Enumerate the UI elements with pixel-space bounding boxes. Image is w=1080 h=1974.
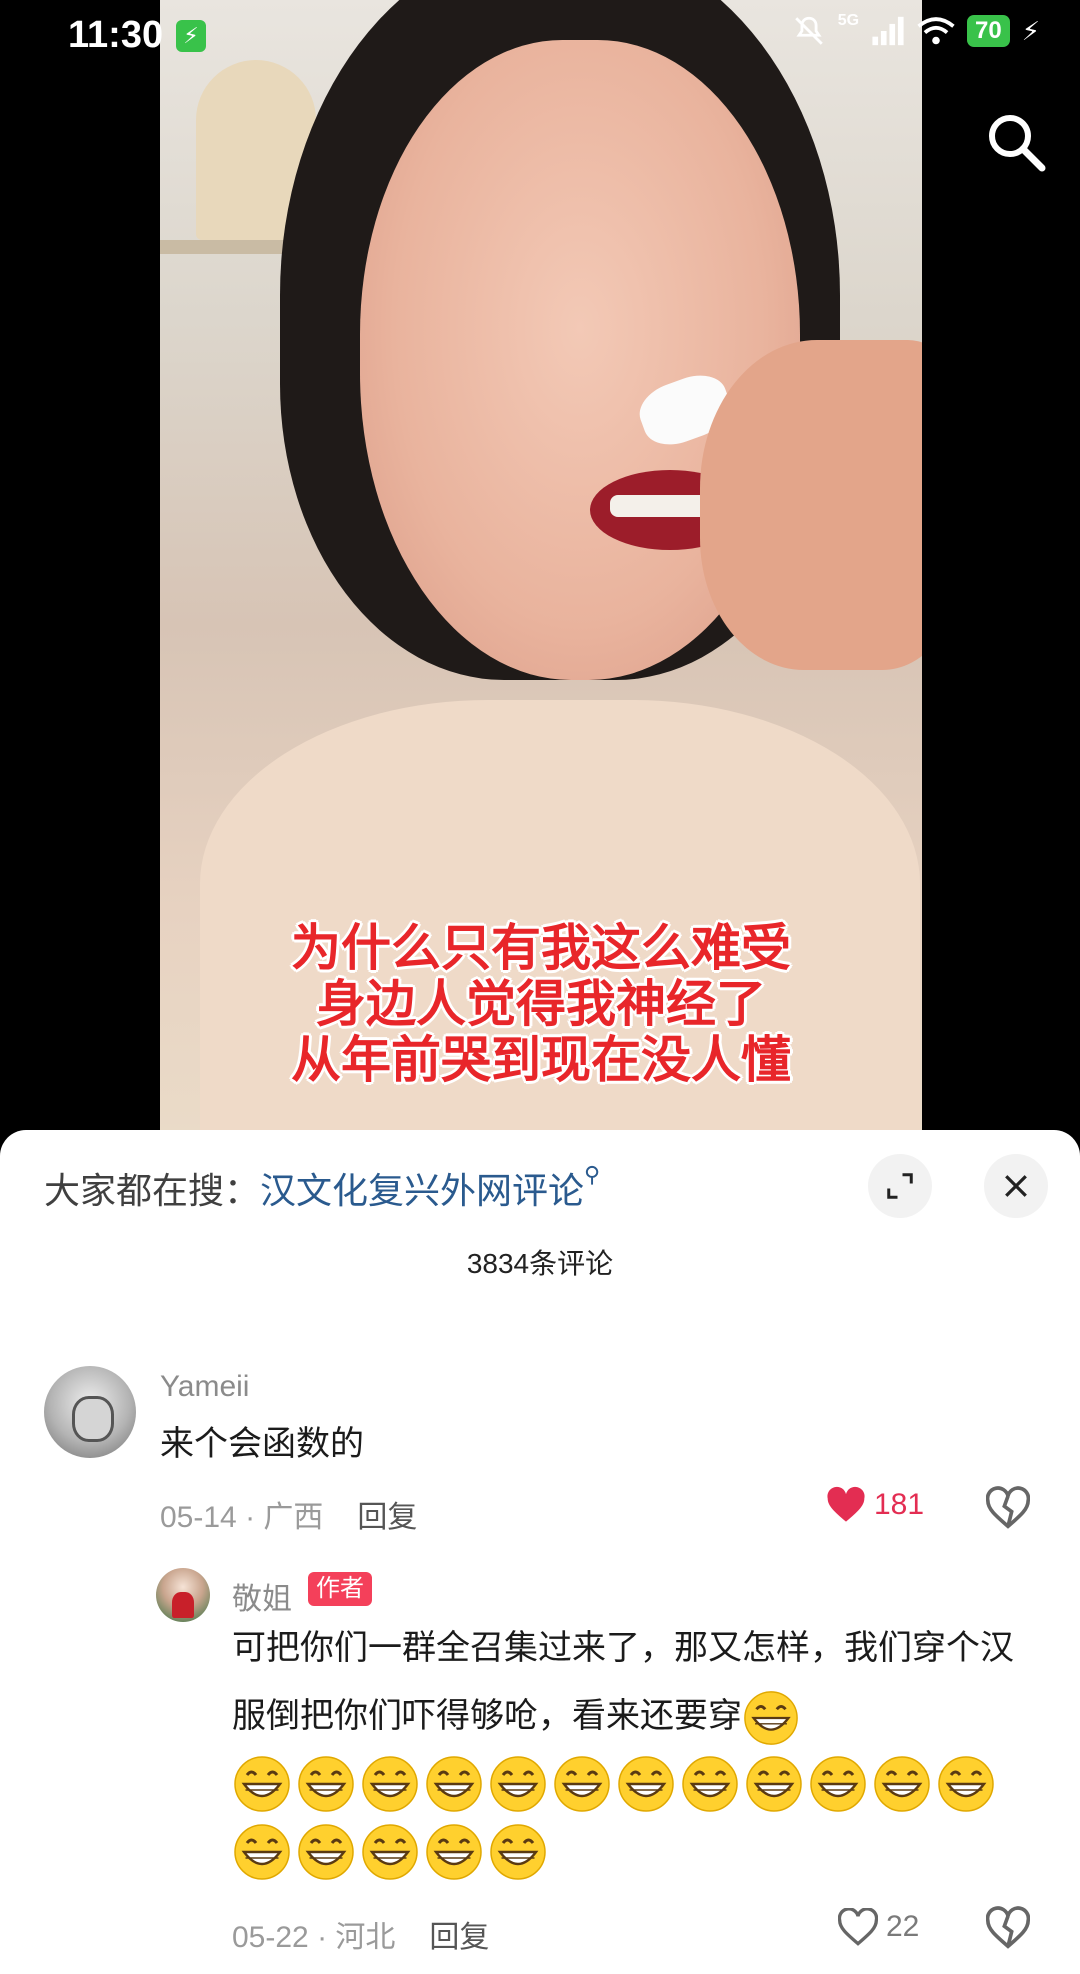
grinning-face-emoji xyxy=(744,1691,798,1745)
grinning-face-emoji xyxy=(682,1756,738,1812)
emoji-row xyxy=(232,1754,996,1814)
reply-button[interactable]: 回复 xyxy=(429,1921,489,1954)
reply-text[interactable]: 可把你们一群全召集过来了，那又怎样，我们穿个汉服倒把你们吓得够呛，看来还要穿 xyxy=(232,1614,1022,1750)
comment-date-location: 05-14 · 广西 xyxy=(160,1501,324,1534)
wifi-icon xyxy=(917,17,955,45)
caption-line: 身边人觉得我神经了 xyxy=(316,975,766,1033)
charging-icon: ⚡ xyxy=(1021,15,1040,46)
charging-notification-icon: ⚡ xyxy=(176,20,206,52)
search-icon[interactable] xyxy=(984,110,1048,174)
grinning-face-emoji xyxy=(618,1756,674,1812)
network-type: 5G xyxy=(837,12,860,29)
grinning-face-emoji xyxy=(490,1824,546,1880)
comment-text[interactable]: 来个会函数的 xyxy=(160,1410,364,1478)
grinning-face-emoji xyxy=(810,1756,866,1812)
like-count: 22 xyxy=(886,1910,920,1943)
reply-date-location: 05-22 · 河北 xyxy=(232,1921,396,1954)
grinning-face-emoji xyxy=(938,1756,994,1812)
battery-level: 70 xyxy=(967,15,1010,47)
reply-text-content: 可把你们一群全召集过来了，那又怎样，我们穿个汉服倒把你们吓得够呛，看来还要穿 xyxy=(232,1629,1014,1735)
like-button[interactable]: 181 xyxy=(826,1486,924,1524)
comment-count: 3834条评论 xyxy=(466,1248,614,1279)
heart-outline-icon xyxy=(838,1908,878,1946)
grinning-face-emoji xyxy=(362,1756,418,1812)
expand-button[interactable] xyxy=(868,1154,932,1218)
hot-search-term[interactable]: 汉文化复兴外网评论 xyxy=(260,1170,584,1211)
grinning-face-emoji xyxy=(298,1756,354,1812)
video-caption: 为什么只有我这么难受 身边人觉得我神经了 从年前哭到现在没人懂 xyxy=(160,920,922,1088)
grinning-face-emoji xyxy=(298,1824,354,1880)
close-icon xyxy=(1005,1175,1027,1197)
reply-meta: 05-22 · 河北 回复 xyxy=(232,1912,489,1956)
signal-icon xyxy=(872,16,904,46)
hot-search-prefix: 大家都在搜： xyxy=(44,1170,261,1211)
close-button[interactable] xyxy=(984,1154,1048,1218)
status-time: 11:30 xyxy=(68,14,164,56)
emoji-row xyxy=(232,1822,548,1882)
caption-line: 从年前哭到现在没人懂 xyxy=(291,1031,791,1089)
video-player[interactable]: 为什么只有我这么难受 身边人觉得我神经了 从年前哭到现在没人懂 xyxy=(0,0,1080,1135)
avatar[interactable] xyxy=(44,1366,136,1458)
grinning-face-emoji xyxy=(362,1824,418,1880)
dislike-icon[interactable] xyxy=(986,1486,1030,1530)
search-small-icon: ⚲ xyxy=(584,1162,601,1187)
like-count: 181 xyxy=(874,1488,925,1521)
mute-icon xyxy=(794,16,823,45)
comment-meta: 05-14 · 广西 回复 xyxy=(160,1492,417,1536)
avatar[interactable] xyxy=(156,1568,210,1622)
status-bar: 11:30 ⚡ 5G 70 ⚡ xyxy=(0,0,1080,72)
like-button[interactable]: 22 xyxy=(838,1908,919,1946)
author-badge: 作者 xyxy=(308,1572,372,1606)
caption-line: 为什么只有我这么难受 xyxy=(291,919,791,977)
status-icons: 5G 70 ⚡ xyxy=(792,12,1040,48)
grinning-face-emoji xyxy=(874,1756,930,1812)
grinning-face-emoji xyxy=(554,1756,610,1812)
grinning-face-emoji xyxy=(426,1824,482,1880)
comment-username[interactable]: Yameii xyxy=(160,1370,249,1404)
expand-icon xyxy=(887,1173,913,1199)
reply-username[interactable]: 敬姐 xyxy=(232,1574,292,1618)
hot-search-link[interactable]: 大家都在搜：汉文化复兴外网评论⚲ xyxy=(44,1162,600,1214)
grinning-face-emoji xyxy=(746,1756,802,1812)
grinning-face-emoji xyxy=(426,1756,482,1812)
comments-panel: 大家都在搜：汉文化复兴外网评论⚲ 3834条评论 Yameii 来个会函数的 0… xyxy=(0,1130,1080,1974)
heart-filled-icon xyxy=(827,1486,865,1522)
dislike-icon[interactable] xyxy=(986,1906,1030,1950)
grinning-face-emoji xyxy=(234,1756,290,1812)
grinning-face-emoji xyxy=(490,1756,546,1812)
reply-button[interactable]: 回复 xyxy=(357,1501,417,1534)
grinning-face-emoji xyxy=(234,1824,290,1880)
